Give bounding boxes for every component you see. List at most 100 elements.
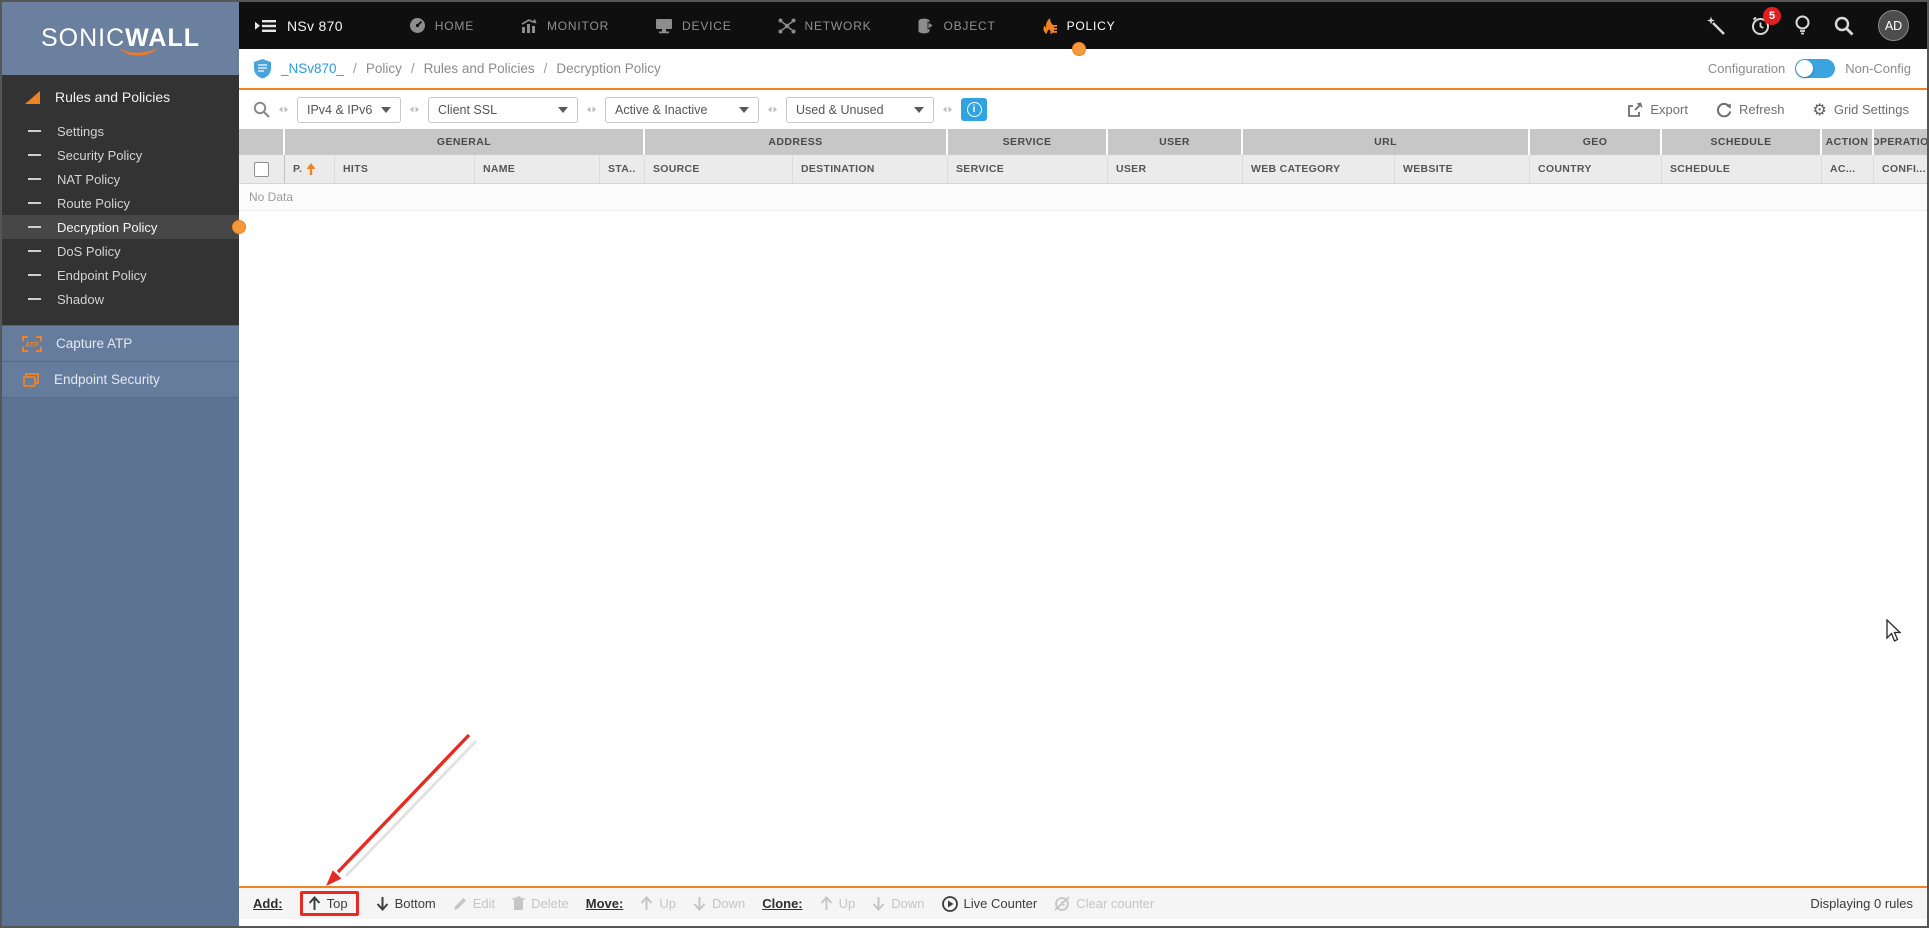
sidebar-item-label: DoS Policy bbox=[57, 243, 121, 259]
add-top-button[interactable]: Top bbox=[308, 896, 348, 911]
clear-counter-button[interactable]: Clear counter bbox=[1054, 896, 1154, 911]
sidebar-item-capture-atp[interactable]: ATP Capture ATP bbox=[2, 326, 239, 362]
column-priority[interactable]: P. bbox=[285, 155, 335, 183]
clone-up-button[interactable]: Up bbox=[820, 896, 855, 911]
breadcrumb-item-rules-and-policies[interactable]: Rules and Policies bbox=[424, 61, 535, 76]
move-down-button[interactable]: Down bbox=[693, 896, 745, 911]
sidebar-section-label: Rules and Policies bbox=[55, 89, 171, 105]
dropdown-value: Used & Unused bbox=[796, 102, 884, 117]
nonconfig-label: Non-Config bbox=[1845, 61, 1911, 76]
sidebar-item-nat-policy[interactable]: NAT Policy bbox=[2, 167, 239, 191]
sidebar-item-shadow[interactable]: Shadow bbox=[2, 287, 239, 311]
edit-button[interactable]: Edit bbox=[453, 896, 495, 911]
nav-item-object[interactable]: OBJECT bbox=[917, 18, 995, 34]
config-mode-toggle[interactable] bbox=[1795, 59, 1836, 78]
column-user[interactable]: USER bbox=[1108, 155, 1243, 183]
nav-item-home[interactable]: HOME bbox=[409, 17, 474, 34]
rule-count-status: Displaying 0 rules bbox=[1810, 896, 1913, 911]
breadcrumb-item-decryption-policy[interactable]: Decryption Policy bbox=[556, 61, 660, 76]
policy-flame-icon bbox=[1043, 17, 1057, 34]
chevron-down-icon bbox=[558, 106, 568, 113]
column-country[interactable]: COUNTRY bbox=[1530, 155, 1662, 183]
module-label: Capture ATP bbox=[56, 336, 133, 351]
add-bottom-button[interactable]: Bottom bbox=[376, 896, 436, 911]
global-search-button[interactable] bbox=[1834, 16, 1854, 36]
sidebar-item-decryption-policy[interactable]: Decryption Policy bbox=[2, 215, 246, 239]
table-search-icon[interactable] bbox=[253, 101, 270, 118]
capture-atp-icon: ATP bbox=[22, 335, 42, 352]
group-address: ADDRESS bbox=[645, 129, 948, 155]
sidebar-item-security-policy[interactable]: Security Policy bbox=[2, 143, 239, 167]
move-up-button[interactable]: Up bbox=[640, 896, 676, 911]
nav-item-policy[interactable]: POLICY bbox=[1042, 17, 1116, 56]
sidebar-item-dos-policy[interactable]: DoS Policy bbox=[2, 239, 239, 263]
column-destination[interactable]: DESTINATION bbox=[793, 155, 948, 183]
breadcrumb-separator: / bbox=[410, 61, 415, 76]
column-name[interactable]: NAME bbox=[475, 155, 600, 183]
sidebar-item-settings[interactable]: Settings bbox=[2, 119, 239, 143]
nav-item-network[interactable]: NETWORK bbox=[778, 18, 872, 34]
logo-text: SONICWALL bbox=[40, 24, 200, 56]
column-web-category[interactable]: WEB CATEGORY bbox=[1243, 155, 1395, 183]
sidebar-item-endpoint-policy[interactable]: Endpoint Policy bbox=[2, 263, 239, 287]
info-button[interactable]: i bbox=[961, 98, 987, 121]
ruler-triangle-icon bbox=[25, 90, 40, 104]
grid-settings-button[interactable]: ⚙ Grid Settings bbox=[1813, 101, 1910, 118]
clone-down-button[interactable]: Down bbox=[872, 896, 925, 911]
sort-ascending-icon[interactable] bbox=[306, 162, 316, 176]
notifications-button[interactable]: 5 bbox=[1750, 7, 1781, 36]
sidebar-item-label: Route Policy bbox=[57, 195, 130, 211]
sidebar: SONICWALL Rules and Policies Settings Se… bbox=[2, 2, 246, 926]
sidebar-item-endpoint-security[interactable]: Endpoint Security bbox=[2, 362, 239, 398]
refresh-label: Refresh bbox=[1738, 102, 1785, 117]
nav-item-device[interactable]: DEVICE bbox=[655, 18, 731, 34]
used-state-dropdown[interactable]: Used & Unused bbox=[786, 96, 934, 123]
lightbulb-icon bbox=[1795, 15, 1810, 35]
hints-button[interactable] bbox=[1795, 15, 1810, 36]
column-schedule[interactable]: SCHEDULE bbox=[1662, 155, 1822, 183]
column-service[interactable]: SERVICE bbox=[948, 155, 1108, 183]
arrow-down-icon bbox=[873, 897, 885, 911]
arrow-up-icon bbox=[641, 896, 653, 910]
collapse-sidebar-button[interactable] bbox=[255, 19, 277, 33]
breadcrumb-item-policy[interactable]: Policy bbox=[366, 61, 402, 76]
group-service: SERVICE bbox=[948, 129, 1108, 155]
user-avatar[interactable]: AD bbox=[1878, 10, 1909, 41]
chevron-down-icon bbox=[381, 106, 391, 113]
sidebar-section-rules-and-policies[interactable]: Rules and Policies bbox=[2, 75, 239, 119]
column-status[interactable]: STA.. bbox=[600, 155, 645, 183]
clone-down-label: Down bbox=[891, 896, 925, 911]
sidebar-item-label: Settings bbox=[57, 123, 104, 139]
logo-part1: SONIC bbox=[40, 24, 126, 52]
wizard-wand-button[interactable] bbox=[1706, 16, 1726, 36]
select-all-cell bbox=[239, 155, 285, 183]
add-group-label: Add: bbox=[253, 896, 283, 911]
sidebar-menu-section: Rules and Policies Settings Security Pol… bbox=[2, 75, 246, 325]
nav-item-label: DEVICE bbox=[682, 18, 732, 33]
move-up-label: Up bbox=[659, 896, 676, 911]
ssl-type-dropdown[interactable]: Client SSL bbox=[428, 96, 578, 123]
dash-icon bbox=[28, 202, 41, 204]
dropdown-value: Client SSL bbox=[438, 102, 498, 117]
column-action[interactable]: AC... bbox=[1822, 155, 1874, 183]
main-area: NSv 870 HOME MONITOR DEVICE NETWORK OBJE… bbox=[239, 2, 1927, 926]
breadcrumb-device-link[interactable]: _NSv870_ bbox=[281, 61, 344, 76]
breadcrumb: _NSv870_ / Policy / Rules and Policies /… bbox=[253, 58, 661, 79]
breadcrumb-separator: / bbox=[353, 61, 357, 76]
column-website[interactable]: WEBSITE bbox=[1395, 155, 1530, 183]
column-source[interactable]: SOURCE bbox=[645, 155, 793, 183]
column-configure[interactable]: CONFI... bbox=[1874, 155, 1927, 183]
nav-item-monitor[interactable]: MONITOR bbox=[520, 18, 609, 34]
delete-button[interactable]: Delete bbox=[512, 896, 569, 911]
live-counter-button[interactable]: Live Counter bbox=[941, 895, 1037, 912]
active-state-dropdown[interactable]: Active & Inactive bbox=[605, 96, 759, 123]
sidebar-item-route-policy[interactable]: Route Policy bbox=[2, 191, 239, 215]
column-hits[interactable]: HITS bbox=[335, 155, 475, 183]
config-mode-switch: Configuration Non-Config bbox=[1708, 59, 1911, 78]
export-button[interactable]: Export bbox=[1627, 102, 1688, 118]
group-geo: GEO bbox=[1530, 129, 1662, 155]
ip-version-dropdown[interactable]: IPv4 & IPv6 bbox=[297, 96, 401, 123]
refresh-button[interactable]: Refresh bbox=[1716, 102, 1785, 118]
annotation-dot-sidebar bbox=[232, 220, 246, 234]
select-all-checkbox[interactable] bbox=[254, 161, 269, 177]
